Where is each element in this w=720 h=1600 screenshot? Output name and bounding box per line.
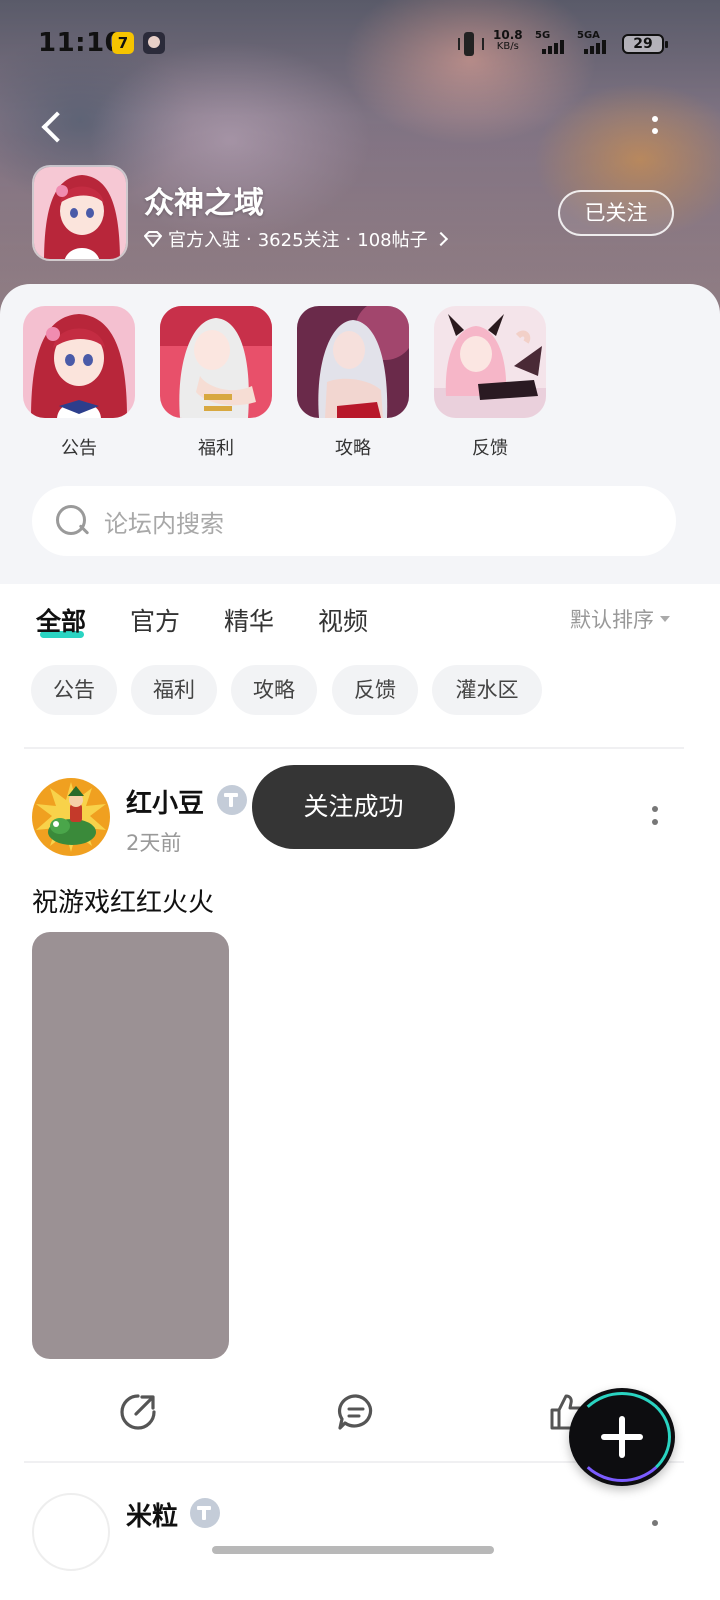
forum-search-input[interactable]: 论坛内搜索 <box>32 486 676 556</box>
post-more-icon[interactable] <box>646 802 664 832</box>
post-author-name[interactable]: 米粒 <box>126 1496 178 1533</box>
app-avatar-notification-icon <box>143 32 165 54</box>
back-icon[interactable] <box>38 108 68 148</box>
forum-avatar <box>32 165 128 261</box>
post-author-name[interactable]: 红小豆 <box>126 783 204 820</box>
post-image[interactable] <box>32 932 229 1359</box>
section-guide[interactable]: 攻略 <box>297 306 409 460</box>
section-label: 反馈 <box>472 438 508 459</box>
divider <box>24 747 684 749</box>
network-speed: 10.8 KB/s <box>493 29 523 53</box>
post-time: 2天前 <box>126 831 182 855</box>
diamond-icon <box>143 231 163 248</box>
vibrate-icon <box>458 32 484 56</box>
chip-announcement[interactable]: 公告 <box>31 665 117 715</box>
battery-icon: 29 <box>622 34 668 54</box>
comment-icon[interactable] <box>336 1392 376 1432</box>
toast-message: 关注成功 <box>252 765 455 849</box>
status-bar: 11:10 7 10.8 KB/s 5G 5GA 29 <box>0 24 720 64</box>
status-time: 11:10 <box>38 28 124 58</box>
section-feedback[interactable]: 反馈 <box>434 306 546 460</box>
post-more-icon[interactable] <box>646 1516 664 1546</box>
meta-separator: · <box>345 228 352 250</box>
welfare-thumb-icon <box>160 306 272 418</box>
chip-guide[interactable]: 攻略 <box>231 665 317 715</box>
meta-separator: · <box>246 228 252 250</box>
level-badge-icon <box>217 785 247 815</box>
plus-icon <box>601 1416 643 1458</box>
tab-all[interactable]: 全部 <box>36 602 86 638</box>
app-notification-icon: 7 <box>112 32 134 54</box>
chip-casual[interactable]: 灌水区 <box>432 665 542 715</box>
post-tabs: 全部 官方 精华 视频 默认排序 <box>0 584 720 654</box>
post-text[interactable]: 祝游戏红红火火 <box>32 882 214 919</box>
forum-sheet: 公告 福利 攻略 反馈 论坛内搜索 <box>0 284 720 584</box>
announcement-thumb-icon <box>23 306 135 418</box>
tab-video[interactable]: 视频 <box>318 602 368 638</box>
more-options-icon[interactable] <box>644 112 666 146</box>
category-chips: 公告 福利 攻略 反馈 灌水区 <box>0 665 720 717</box>
section-label: 攻略 <box>335 438 371 459</box>
share-icon[interactable] <box>118 1392 158 1432</box>
search-icon <box>54 503 90 539</box>
tab-featured[interactable]: 精华 <box>224 602 274 638</box>
network-speed-value: 10.8 <box>493 28 523 42</box>
section-shortcuts: 公告 福利 攻略 反馈 <box>0 306 720 466</box>
post-author-avatar[interactable] <box>32 778 110 856</box>
section-announcement[interactable]: 公告 <box>23 306 135 460</box>
level-badge-icon <box>190 1498 220 1528</box>
forum-meta-followers: 3625关注 <box>257 230 340 251</box>
feedback-thumb-icon <box>434 306 546 418</box>
forum-meta-official: 官方入驻 <box>168 230 240 251</box>
search-placeholder: 论坛内搜索 <box>104 510 224 538</box>
followed-button[interactable]: 已关注 <box>558 190 674 236</box>
section-label: 公告 <box>61 438 97 459</box>
network-speed-unit: KB/s <box>496 41 519 52</box>
sort-label: 默认排序 <box>570 608 654 632</box>
post-author-avatar[interactable] <box>32 1493 110 1571</box>
signal-1-icon <box>542 38 564 54</box>
create-post-button[interactable] <box>569 1388 675 1486</box>
home-indicator[interactable] <box>212 1546 494 1554</box>
section-welfare[interactable]: 福利 <box>160 306 272 460</box>
signal-2-icon <box>584 38 606 54</box>
forum-meta-posts: 108帖子 <box>357 230 428 251</box>
sort-dropdown[interactable]: 默认排序 <box>570 604 670 634</box>
forum-meta[interactable]: 官方入驻 · 3625关注 · 108帖子 <box>143 226 448 252</box>
forum-title: 众神之域 <box>144 186 264 221</box>
tab-official[interactable]: 官方 <box>130 602 180 638</box>
chevron-right-icon <box>433 231 448 247</box>
guide-thumb-icon <box>297 306 409 418</box>
section-label: 福利 <box>198 438 234 459</box>
chip-feedback[interactable]: 反馈 <box>332 665 418 715</box>
caret-down-icon <box>660 616 670 622</box>
chip-welfare[interactable]: 福利 <box>131 665 217 715</box>
